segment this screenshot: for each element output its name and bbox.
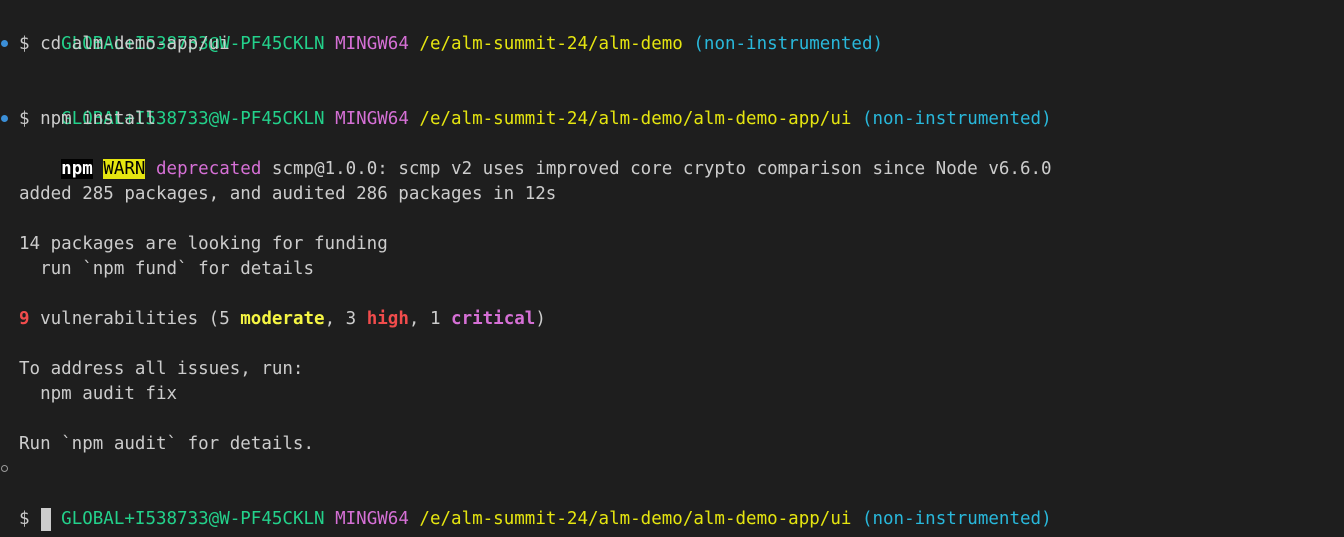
command-success-decoration-icon[interactable] [1,40,8,47]
fund-hint-line: run `npm fund` for details [19,259,315,279]
prompt-line-1: GLOBAL+I538733@W-PF45CKLN MINGW64 /e/alm… [19,7,883,54]
vuln-moderate: moderate [240,309,325,329]
prompt-branch: (non-instrumented) [861,509,1052,529]
vuln-sep: , 3 [324,309,367,329]
funding-line: 14 packages are looking for funding [19,234,388,254]
prompt-system: MINGW64 [335,34,409,54]
terminal-panel[interactable]: GLOBAL+I538733@W-PF45CKLN MINGW64 /e/alm… [0,0,1344,537]
prompt-system: MINGW64 [335,509,409,529]
active-command-line[interactable]: $ [19,507,52,532]
audit-fix-line: npm audit fix [19,384,178,404]
command-line-1: $ cd alm-demo-app/ui [19,34,230,54]
vuln-sep: , 1 [408,309,452,329]
audit-details-line: Run `npm audit` for details. [19,434,315,454]
npm-warn-line: npm WARN deprecated scmp@1.0.0: scmp v2 … [19,132,1052,179]
text-cursor [41,507,52,531]
prompt-path: /e/alm-summit-24/alm-demo [419,34,683,54]
vulnerabilities-line: 9 vulnerabilities (5 moderate, 3 high, 1… [19,307,546,332]
added-packages-line: added 285 packages, and audited 286 pack… [19,184,557,204]
prompt-system: MINGW64 [335,109,409,129]
vuln-label: vulnerabilities (5 [29,309,241,329]
warn-label: WARN [103,159,146,179]
prompt-line-2: GLOBAL+I538733@W-PF45CKLN MINGW64 /e/alm… [19,82,1051,129]
npm-label: npm [61,159,93,179]
warn-message: scmp@1.0.0: scmp v2 uses improved core c… [271,159,1052,179]
prompt-branch: (non-instrumented) [693,34,884,54]
prompt-symbol: $ [19,509,41,529]
prompt-path: /e/alm-summit-24/alm-demo/alm-demo-app/u… [419,109,852,129]
prompt-path: /e/alm-summit-24/alm-demo/alm-demo-app/u… [419,509,852,529]
vuln-critical: critical [451,309,536,329]
command-pending-decoration-icon[interactable] [1,465,8,472]
prompt-branch: (non-instrumented) [861,109,1052,129]
address-line: To address all issues, run: [19,359,304,379]
command-line-2: $ npm install [19,109,156,129]
deprecated-label: deprecated [156,159,262,179]
vuln-high: high [366,309,409,329]
command-success-decoration-icon[interactable] [1,115,8,122]
prompt-user: GLOBAL+I538733@W-PF45CKLN [61,509,325,529]
vuln-close: ) [535,309,546,329]
vuln-count: 9 [19,309,30,329]
prompt-line-3: GLOBAL+I538733@W-PF45CKLN MINGW64 /e/alm… [19,482,1051,529]
